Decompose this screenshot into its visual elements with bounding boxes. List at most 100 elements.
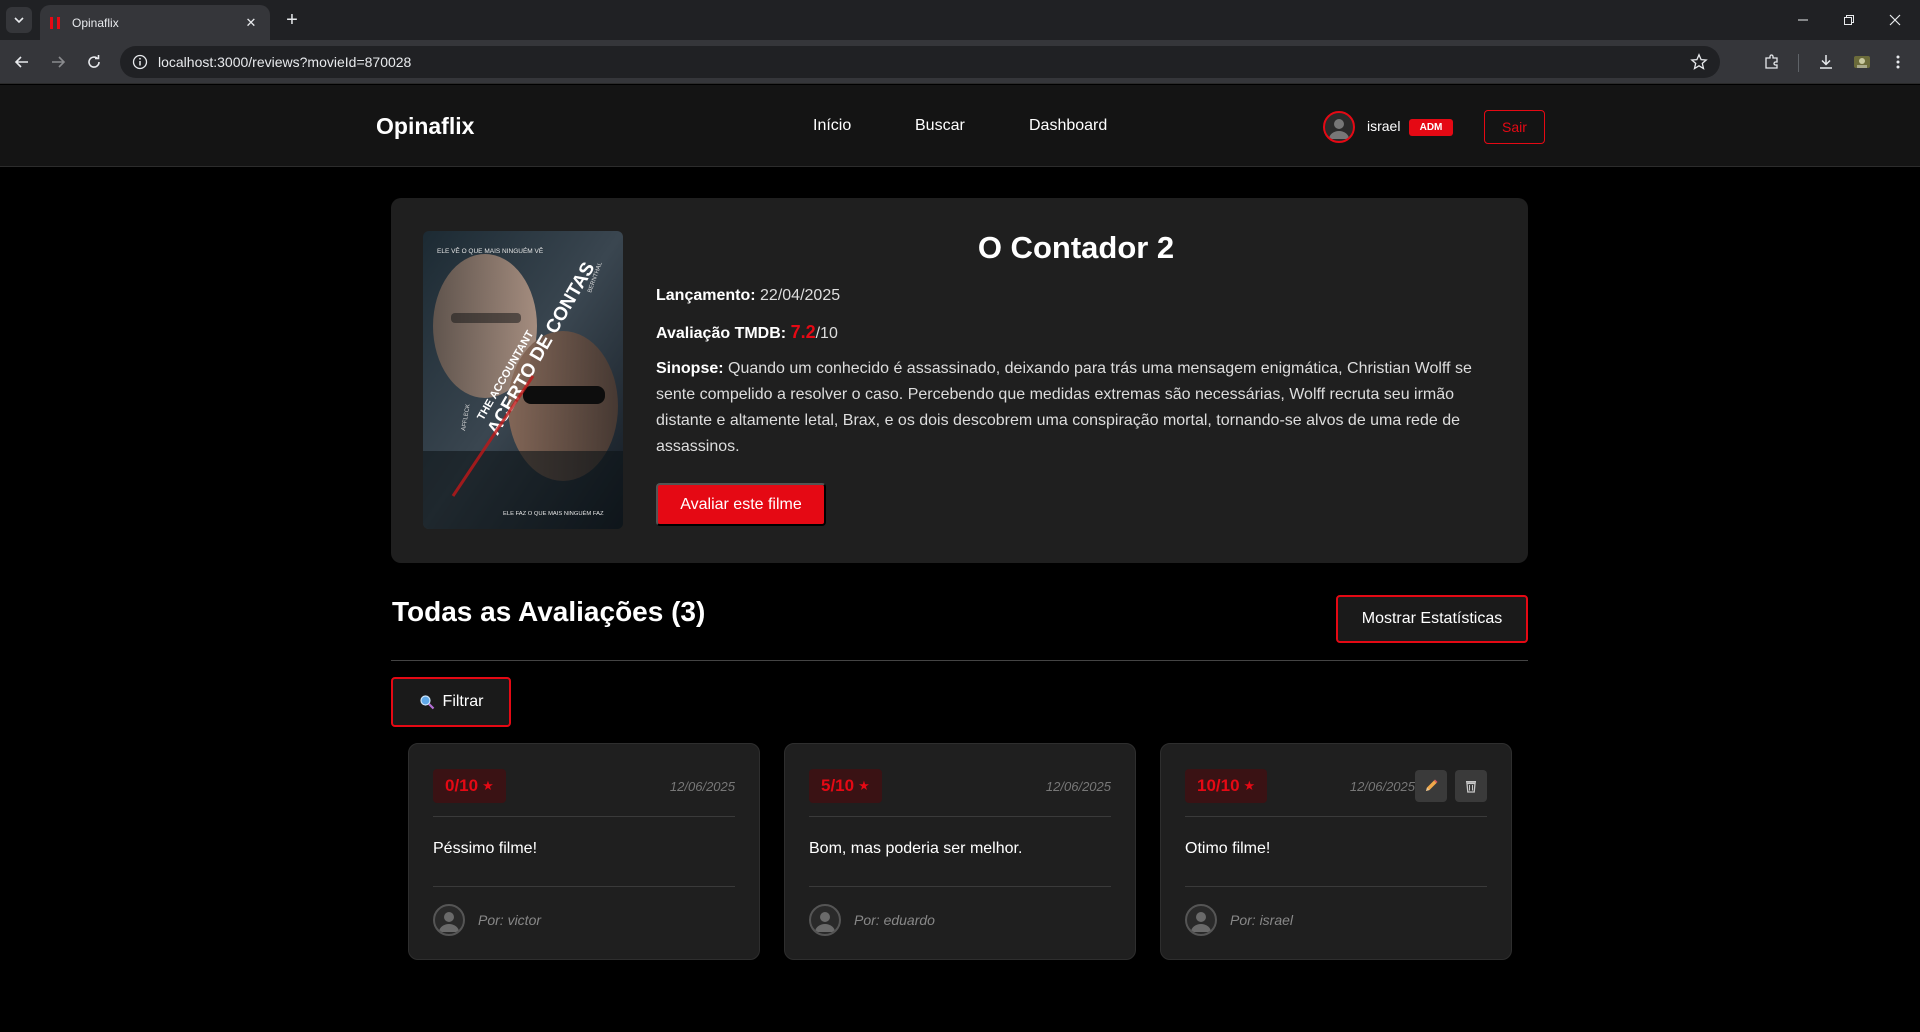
user-name: israel [1367, 118, 1401, 134]
app-navbar: Opinaflix Início Buscar Dashboard israel… [0, 85, 1920, 167]
card-divider [809, 886, 1111, 887]
profile-button[interactable] [1848, 48, 1876, 76]
delete-review-button[interactable] [1455, 770, 1487, 802]
browser-tab-bar: Opinaflix ✕ + [0, 0, 1920, 40]
section-divider [391, 660, 1528, 661]
magnifier-icon [419, 695, 434, 710]
card-divider [1185, 816, 1487, 817]
release-date: 22/04/2025 [760, 287, 841, 304]
user-avatar[interactable] [1323, 111, 1355, 143]
movie-synopsis: Sinopse: Quando um conhecido é assassina… [656, 356, 1501, 460]
bookmark-star-icon[interactable] [1690, 53, 1708, 71]
user-icon [1191, 912, 1211, 932]
star-icon: ★ [858, 778, 870, 793]
review-score: 10/10 [1197, 776, 1240, 795]
card-divider [433, 886, 735, 887]
review-author: Por: victor [478, 912, 542, 928]
brand-logo[interactable]: Opinaflix [376, 113, 474, 140]
tmdb-rating-info: Avaliação TMDB: 7.2/10 [656, 322, 838, 343]
site-info-icon[interactable] [132, 54, 148, 70]
restore-icon [1844, 15, 1854, 25]
card-divider [1185, 886, 1487, 887]
close-icon [1889, 14, 1901, 26]
review-author: Por: eduardo [854, 912, 935, 928]
review-date: 12/06/2025 [669, 779, 735, 794]
nav-link-buscar[interactable]: Buscar [915, 117, 965, 135]
close-tab-icon[interactable]: ✕ [242, 14, 260, 32]
nav-link-inicio[interactable]: Início [813, 117, 851, 135]
reload-icon [88, 55, 100, 68]
more-vertical-icon [1896, 55, 1900, 69]
minimize-icon [1798, 19, 1808, 21]
author-avatar [809, 904, 841, 936]
author-avatar [1185, 904, 1217, 936]
browser-tab[interactable]: Opinaflix ✕ [40, 5, 270, 40]
nav-link-dashboard[interactable]: Dashboard [1029, 117, 1107, 135]
user-icon [1329, 119, 1349, 139]
review-score-badge: 10/10 ★ [1185, 769, 1268, 803]
tmdb-rating-max: /10 [815, 325, 838, 342]
minimize-button[interactable] [1780, 0, 1826, 40]
url-text: localhost:3000/reviews?movieId=870028 [158, 54, 412, 70]
release-label: Lançamento: [656, 287, 756, 304]
new-tab-button[interactable]: + [280, 8, 304, 32]
movie-title: O Contador 2 [977, 230, 1175, 265]
review-text: Bom, mas poderia ser melhor. [809, 840, 1023, 857]
review-score-badge: 5/10 ★ [809, 769, 882, 803]
downloads-button[interactable] [1812, 48, 1840, 76]
puzzle-icon [1765, 54, 1778, 69]
rate-movie-button[interactable]: Avaliar este filme [656, 483, 826, 526]
reviews-heading: Todas as Avaliações (3) [392, 596, 706, 627]
review-date: 12/06/2025 [1349, 779, 1415, 794]
toolbar-separator [1798, 54, 1799, 72]
user-icon [439, 912, 459, 932]
review-date: 12/06/2025 [1045, 779, 1111, 794]
review-card: 10/10 ★ 12/06/2025 Otimo filme! Por: isr… [1160, 743, 1512, 960]
download-icon [1820, 55, 1832, 69]
release-info: Lançamento: 22/04/2025 [656, 287, 840, 305]
tab-title: Opinaflix [72, 15, 119, 30]
review-card: 5/10 ★ 12/06/2025 Bom, mas poderia ser m… [784, 743, 1136, 960]
filter-button[interactable]: Filtrar [391, 677, 511, 727]
review-text: Péssimo filme! [433, 840, 538, 857]
tmdb-rating-value: 7.2 [790, 322, 816, 342]
movie-poster: ELE VÊ O QUE MAIS NINGUÉM VÊ THE ACCOUNT… [423, 231, 623, 529]
chevron-down-icon [14, 17, 24, 24]
review-text: Otimo filme! [1185, 840, 1271, 857]
movie-details-card: ELE VÊ O QUE MAIS NINGUÉM VÊ THE ACCOUNT… [391, 198, 1528, 563]
back-button[interactable] [8, 48, 36, 76]
review-score: 5/10 [821, 776, 855, 795]
tab-list-button[interactable] [6, 7, 32, 33]
poster-tagline-bottom: ELE FAZ O QUE MAIS NINGUÉM FAZ [503, 510, 604, 517]
tmdb-rating-label: Avaliação TMDB: [656, 325, 787, 342]
address-bar[interactable]: localhost:3000/reviews?movieId=870028 [120, 46, 1720, 78]
review-score: 0/10 [445, 776, 479, 795]
browser-toolbar: localhost:3000/reviews?movieId=870028 [0, 40, 1920, 84]
review-card: 0/10 ★ 12/06/2025 Péssimo filme! Por: vi… [408, 743, 760, 960]
admin-badge: ADM [1409, 119, 1453, 136]
edit-review-button[interactable] [1415, 770, 1447, 802]
show-statistics-button[interactable]: Mostrar Estatísticas [1336, 595, 1528, 643]
arrow-left-icon [14, 56, 28, 68]
extensions-button[interactable] [1758, 48, 1786, 76]
arrow-right-icon [52, 56, 66, 68]
pencil-icon [1426, 779, 1438, 791]
trash-icon [1466, 781, 1476, 793]
restore-button[interactable] [1826, 0, 1872, 40]
browser-menu-button[interactable] [1884, 48, 1912, 76]
reload-button[interactable] [80, 48, 108, 76]
review-author: Por: israel [1230, 912, 1294, 928]
author-avatar [433, 904, 465, 936]
synopsis-label: Sinopse: [656, 360, 724, 377]
close-window-button[interactable] [1872, 0, 1918, 40]
card-divider [433, 816, 735, 817]
star-icon: ★ [1243, 778, 1256, 793]
netflix-favicon-icon [50, 16, 60, 29]
profile-avatar-icon [1854, 56, 1870, 68]
user-icon [815, 912, 835, 932]
logout-button[interactable]: Sair [1484, 110, 1545, 144]
forward-button[interactable] [44, 48, 72, 76]
synopsis-text: Quando um conhecido é assassinado, deixa… [656, 360, 1472, 455]
card-divider [809, 816, 1111, 817]
filter-label: Filtrar [442, 693, 484, 710]
